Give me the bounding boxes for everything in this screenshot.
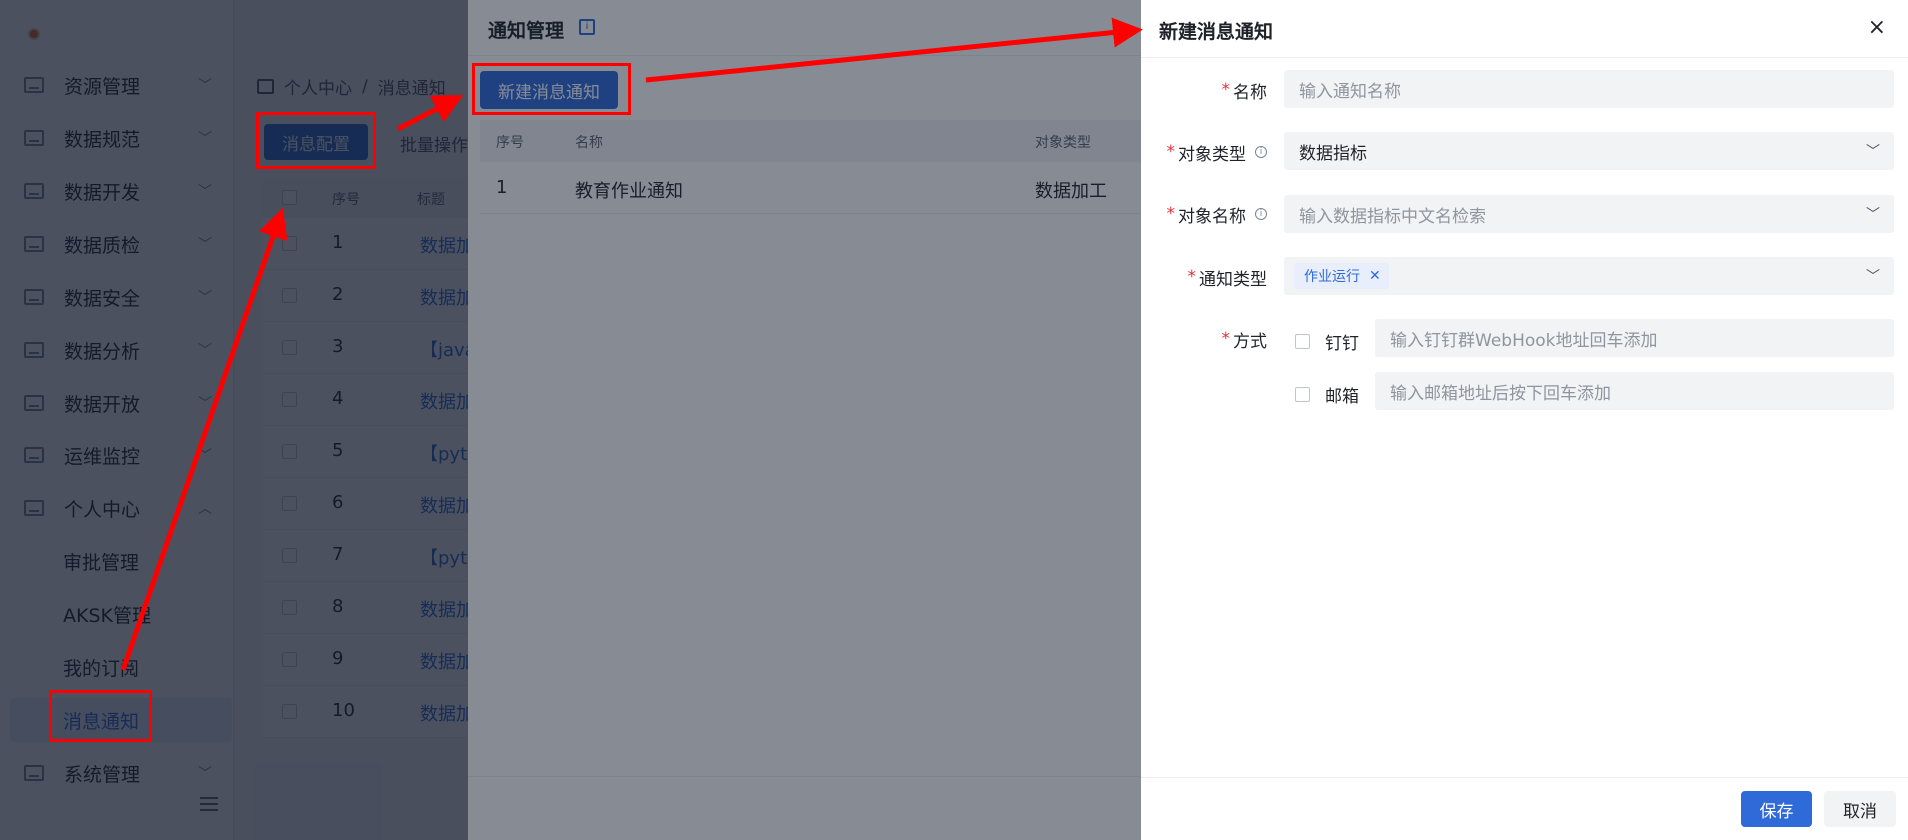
create-notification-drawer: 新建消息通知 × * 名称 输入通知名称 * 对象类型 i 数据指标 ﹀ * 对象名称 i… (1141, 0, 1908, 840)
dingtalk-checkbox[interactable] (1295, 334, 1310, 349)
object-name-label: * 对象名称 i (1141, 204, 1267, 227)
dingtalk-option[interactable]: 钉钉 (1295, 329, 1359, 354)
label-text: 对象名称 (1178, 206, 1246, 227)
label-text: 对象类型 (1178, 144, 1246, 165)
checkbox-label: 邮箱 (1325, 387, 1359, 407)
method-label: * 方式 (1141, 329, 1268, 352)
email-checkbox[interactable] (1295, 387, 1310, 402)
placeholder: 输入数据指标中文名检索 (1299, 206, 1486, 227)
chevron-down-icon: ﹀ (1866, 207, 1880, 223)
close-icon[interactable]: ✕ (1369, 268, 1381, 284)
selected-tag: 作业运行 ✕ (1294, 263, 1389, 289)
info-icon[interactable]: i (1255, 208, 1267, 220)
placeholder: 输入通知名称 (1299, 81, 1401, 102)
drawer-header: 新建消息通知 × (1141, 0, 1908, 58)
required-mark: * (1221, 329, 1231, 349)
required-mark: * (1221, 80, 1231, 100)
selected-value: 数据指标 (1299, 143, 1367, 164)
modal-mask (0, 0, 1141, 840)
annotation-box (256, 112, 376, 169)
drawer-title: 新建消息通知 (1159, 21, 1274, 43)
label-text: 通知类型 (1199, 269, 1267, 290)
notify-type-select[interactable]: 作业运行 ✕ ﹀ (1284, 257, 1894, 295)
checkbox-label: 钉钉 (1325, 334, 1359, 354)
required-mark: * (1187, 267, 1197, 287)
object-name-select[interactable]: 输入数据指标中文名检索 ﹀ (1284, 195, 1894, 233)
object-type-label: * 对象类型 i (1141, 142, 1267, 165)
notify-type-label: * 通知类型 (1141, 267, 1268, 290)
placeholder: 输入钉钉群WebHook地址回车添加 (1390, 330, 1658, 351)
dingtalk-webhook-input[interactable]: 输入钉钉群WebHook地址回车添加 (1375, 319, 1894, 357)
save-button[interactable]: 保存 (1741, 791, 1812, 827)
email-option[interactable]: 邮箱 (1295, 382, 1359, 407)
close-icon[interactable]: × (1868, 16, 1886, 40)
chevron-down-icon: ﹀ (1866, 269, 1880, 285)
label-text: 方式 (1233, 331, 1267, 352)
tag-label: 作业运行 (1304, 269, 1360, 285)
cancel-button[interactable]: 取消 (1824, 791, 1896, 827)
info-icon[interactable]: i (1255, 146, 1267, 158)
placeholder: 输入邮箱地址后按下回车添加 (1390, 383, 1611, 404)
name-label: * 名称 (1141, 80, 1268, 103)
divider (1141, 777, 1908, 778)
object-type-select[interactable]: 数据指标 ﹀ (1284, 132, 1894, 170)
annotation-box (49, 690, 152, 742)
annotation-box (472, 63, 631, 115)
label-text: 名称 (1233, 82, 1267, 103)
email-input[interactable]: 输入邮箱地址后按下回车添加 (1375, 372, 1894, 410)
chevron-down-icon: ﹀ (1866, 144, 1880, 160)
required-mark: * (1166, 142, 1176, 162)
required-mark: * (1166, 204, 1176, 224)
name-input[interactable]: 输入通知名称 (1284, 70, 1894, 108)
